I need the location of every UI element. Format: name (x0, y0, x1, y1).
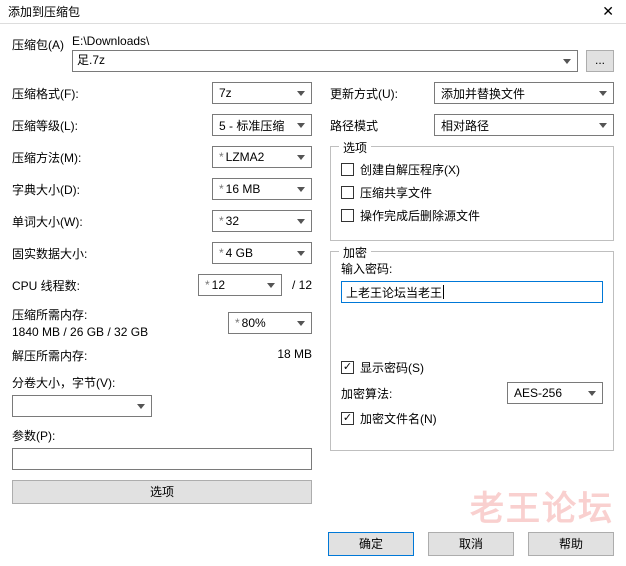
level-label: 压缩等级(L): (12, 117, 122, 134)
pathmode-label: 路径模式 (330, 117, 420, 134)
word-select[interactable]: *32 (212, 210, 312, 232)
password-input[interactable]: 上老王论坛当老王 (341, 281, 603, 303)
split-select[interactable] (12, 395, 152, 417)
level-select[interactable]: 5 - 标准压缩 (212, 114, 312, 136)
password-label: 输入密码: (341, 260, 603, 277)
mem-percent-select[interactable]: *80% (228, 312, 312, 334)
mem-compress-label: 压缩所需内存: (12, 306, 228, 323)
encrypt-filenames-label: 加密文件名(N) (360, 410, 437, 427)
threads-total: / 12 (292, 278, 312, 292)
show-password-checkbox[interactable] (341, 361, 354, 374)
params-input[interactable] (12, 448, 312, 470)
close-icon[interactable]: ✕ (596, 3, 620, 20)
password-value: 上老王论坛当老王 (346, 284, 442, 301)
enc-method-label: 加密算法: (341, 385, 392, 402)
share-checkbox[interactable] (341, 186, 354, 199)
mem-compress-value: 1840 MB / 26 GB / 32 GB (12, 325, 228, 339)
format-select[interactable]: 7z (212, 82, 312, 104)
ok-button[interactable]: 确定 (328, 532, 414, 556)
browse-button[interactable]: ... (586, 50, 614, 72)
mem-decompress-label: 解压所需内存: (12, 347, 87, 364)
cancel-button[interactable]: 取消 (428, 532, 514, 556)
delete-checkbox[interactable] (341, 209, 354, 222)
pathmode-select[interactable]: 相对路径 (434, 114, 614, 136)
format-label: 压缩格式(F): (12, 85, 122, 102)
archive-filename: 足.7z (77, 53, 105, 67)
encrypt-group-title: 加密 (339, 244, 371, 261)
mem-decompress-value: 18 MB (277, 347, 312, 364)
archive-filename-select[interactable]: 足.7z (72, 50, 578, 72)
sfx-checkbox[interactable] (341, 163, 354, 176)
options-group: 选项 创建自解压程序(X) 压缩共享文件 操作完成后删除源文件 (330, 146, 614, 241)
solid-select[interactable]: *4 GB (212, 242, 312, 264)
share-label: 压缩共享文件 (360, 184, 432, 201)
enc-method-select[interactable]: AES-256 (507, 382, 603, 404)
archive-path-prefix: E:\Downloads\ (72, 34, 578, 48)
options-group-title: 选项 (339, 139, 371, 156)
method-label: 压缩方法(M): (12, 149, 122, 166)
params-label: 参数(P): (12, 427, 312, 444)
solid-label: 固实数据大小: (12, 245, 122, 262)
threads-select[interactable]: *12 (198, 274, 282, 296)
delete-label: 操作完成后删除源文件 (360, 207, 480, 224)
split-label: 分卷大小，字节(V): (12, 374, 312, 391)
update-label: 更新方式(U): (330, 85, 420, 102)
dict-select[interactable]: *16 MB (212, 178, 312, 200)
method-select[interactable]: *LZMA2 (212, 146, 312, 168)
archive-label: 压缩包(A) (12, 34, 72, 53)
options-button[interactable]: 选项 (12, 480, 312, 504)
encrypt-filenames-checkbox[interactable] (341, 412, 354, 425)
word-label: 单词大小(W): (12, 213, 122, 230)
window-title: 添加到压缩包 (8, 3, 80, 20)
sfx-label: 创建自解压程序(X) (360, 161, 460, 178)
update-select[interactable]: 添加并替换文件 (434, 82, 614, 104)
encrypt-group: 加密 输入密码: 上老王论坛当老王 显示密码(S) 加密算法: AES-256 … (330, 251, 614, 451)
help-button[interactable]: 帮助 (528, 532, 614, 556)
show-password-label: 显示密码(S) (360, 359, 424, 376)
dict-label: 字典大小(D): (12, 181, 122, 198)
threads-label: CPU 线程数: (12, 277, 122, 294)
